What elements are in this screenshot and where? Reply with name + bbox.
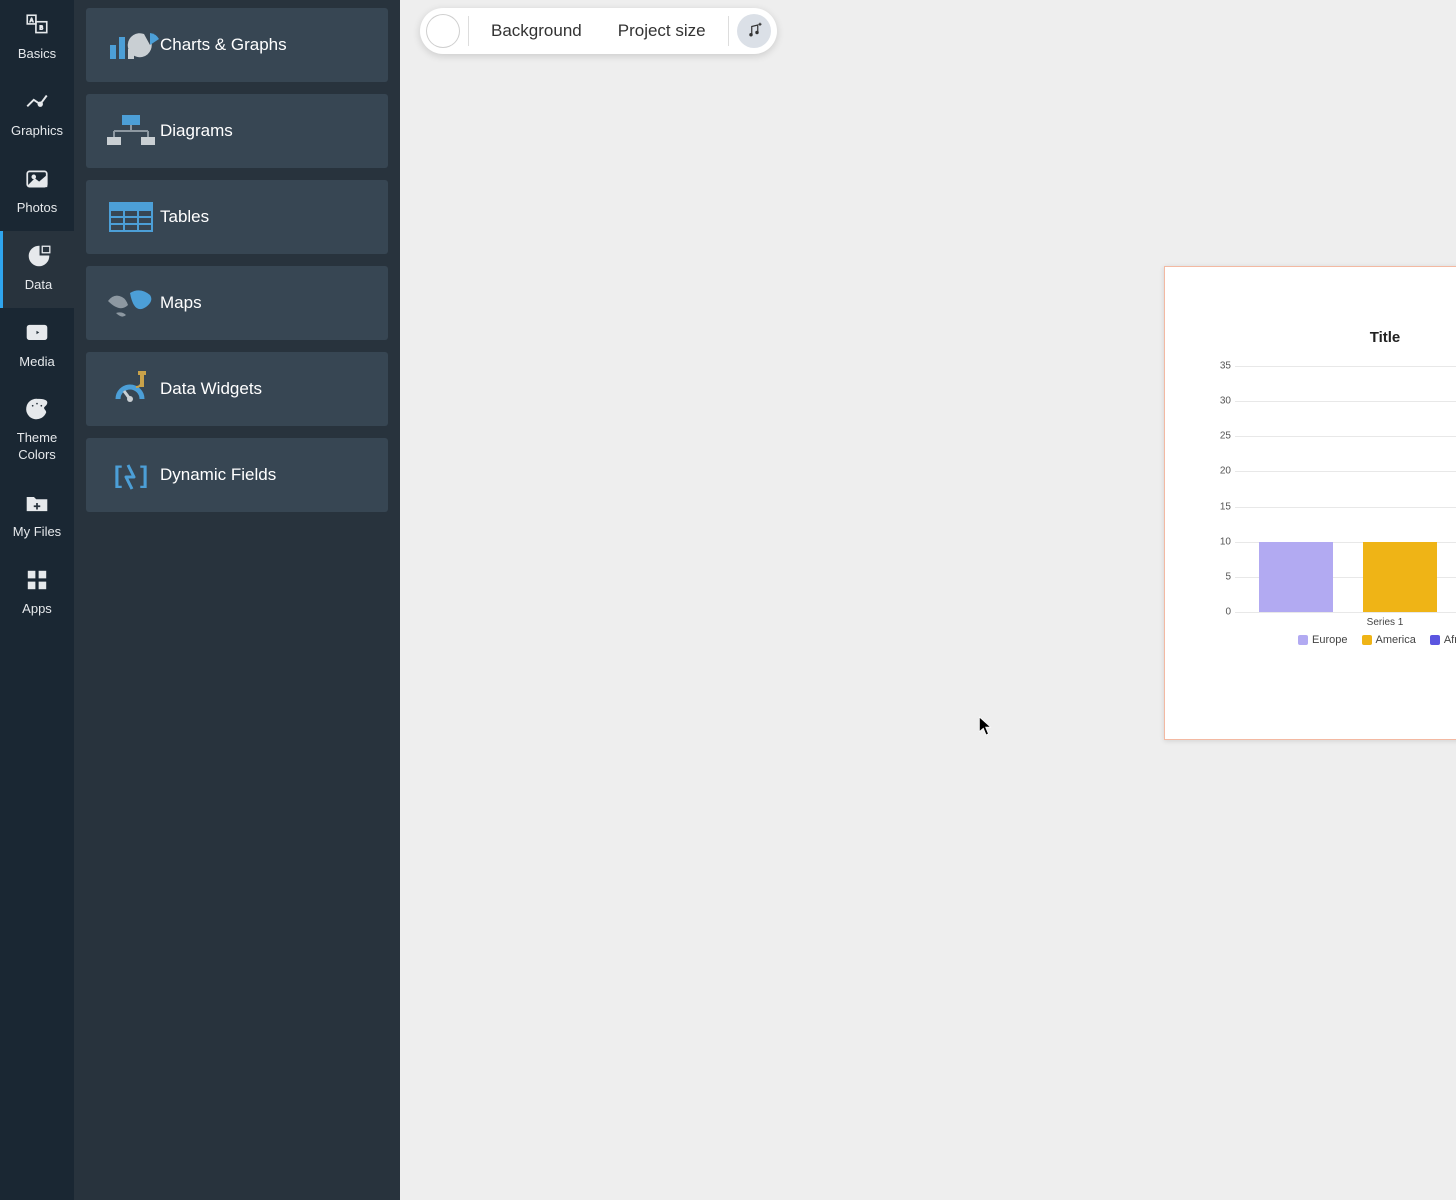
- rail-item-basics[interactable]: A B Basics: [0, 0, 74, 77]
- category-label: Data Widgets: [160, 379, 262, 399]
- chart-title: Title: [1165, 329, 1456, 346]
- rail-item-label: Theme Colors: [0, 430, 74, 464]
- category-label: Charts & Graphs: [160, 35, 287, 55]
- rail-item-label: My Files: [0, 524, 74, 541]
- palette-icon: [24, 396, 50, 422]
- basics-icon: A B: [24, 12, 50, 38]
- y-tick-label: 20: [1205, 466, 1231, 477]
- svg-text:[: [: [114, 462, 122, 489]
- rail-item-my-files[interactable]: My Files: [0, 478, 74, 555]
- chart-card[interactable]: Title 0 5 10 15 20 25 30 35 Series 1 Europe Ameri…: [1164, 266, 1456, 740]
- plot-area: [1235, 366, 1456, 612]
- category-data-widgets[interactable]: Data Widgets: [86, 352, 388, 426]
- grid-line: [1235, 612, 1456, 613]
- legend-item: America: [1362, 634, 1416, 646]
- charts-graphs-icon: [104, 25, 160, 65]
- y-tick-label: 30: [1205, 396, 1231, 407]
- data-widgets-icon: [104, 369, 160, 409]
- y-tick-label: 35: [1205, 361, 1231, 372]
- legend-swatch: [1362, 635, 1372, 645]
- category-label: Dynamic Fields: [160, 465, 276, 485]
- rail-item-label: Data: [3, 277, 74, 294]
- graphics-icon: [24, 89, 50, 115]
- photos-icon: [24, 166, 50, 192]
- media-icon: [24, 320, 50, 346]
- data-icon: [26, 243, 52, 269]
- rail-item-photos[interactable]: Photos: [0, 154, 74, 231]
- dynamic-fields-icon: [ ]: [104, 455, 160, 495]
- bar-america: [1363, 542, 1437, 612]
- legend-label: America: [1376, 634, 1416, 646]
- rail-item-data[interactable]: Data: [0, 231, 74, 308]
- y-tick-label: 10: [1205, 536, 1231, 547]
- project-size-button[interactable]: Project size: [604, 21, 720, 41]
- rail-item-graphics[interactable]: Graphics: [0, 77, 74, 154]
- svg-text:]: ]: [140, 462, 148, 489]
- y-tick-label: 5: [1205, 571, 1231, 582]
- bar-europe: [1259, 542, 1333, 612]
- rail-item-media[interactable]: Media: [0, 308, 74, 385]
- legend-item: Africa: [1430, 634, 1456, 646]
- category-dynamic-fields[interactable]: [ ] Dynamic Fields: [86, 438, 388, 512]
- music-plus-icon: [745, 22, 763, 40]
- y-tick-label: 25: [1205, 431, 1231, 442]
- mouse-cursor-icon: [978, 716, 992, 736]
- apps-icon: [24, 567, 50, 593]
- rail-item-label: Graphics: [0, 123, 74, 140]
- y-tick-label: 0: [1205, 607, 1231, 618]
- legend-label: Africa: [1444, 634, 1456, 646]
- svg-text:A: A: [30, 18, 34, 24]
- category-tables[interactable]: Tables: [86, 180, 388, 254]
- legend-swatch: [1298, 635, 1308, 645]
- legend-swatch: [1430, 635, 1440, 645]
- x-axis-label: Series 1: [1205, 617, 1456, 628]
- rail-item-theme-colors[interactable]: Theme Colors: [0, 384, 74, 478]
- category-label: Diagrams: [160, 121, 233, 141]
- tables-icon: [104, 197, 160, 237]
- canvas-toolbar: Background Project size: [420, 8, 777, 54]
- diagrams-icon: [104, 111, 160, 151]
- category-panel: Charts & Graphs Diagrams: [74, 0, 400, 1200]
- rail-item-apps[interactable]: Apps: [0, 555, 74, 632]
- category-charts-graphs[interactable]: Charts & Graphs: [86, 8, 388, 82]
- rail-item-label: Apps: [0, 601, 74, 618]
- add-audio-button[interactable]: [737, 14, 771, 48]
- left-rail: A B Basics Graphics Photos Data: [0, 0, 74, 1200]
- legend-item: Europe: [1298, 634, 1347, 646]
- category-label: Tables: [160, 207, 209, 227]
- maps-icon: [104, 283, 160, 323]
- rail-item-label: Media: [0, 354, 74, 371]
- chart-legend: Europe America Africa: [1165, 634, 1456, 646]
- background-color-swatch[interactable]: [426, 14, 460, 48]
- category-diagrams[interactable]: Diagrams: [86, 94, 388, 168]
- bar-chart: 05101520253035Series 1: [1205, 366, 1456, 626]
- svg-text:B: B: [40, 25, 44, 31]
- toolbar-divider: [468, 16, 469, 46]
- y-tick-label: 15: [1205, 501, 1231, 512]
- category-maps[interactable]: Maps: [86, 266, 388, 340]
- category-label: Maps: [160, 293, 202, 313]
- background-button[interactable]: Background: [477, 21, 596, 41]
- toolbar-divider: [728, 16, 729, 46]
- canvas-area[interactable]: Background Project size Title 0 5 10 15 20 25…: [400, 0, 1456, 1200]
- folder-plus-icon: [24, 490, 50, 516]
- rail-item-label: Photos: [0, 200, 74, 217]
- legend-label: Europe: [1312, 634, 1347, 646]
- rail-item-label: Basics: [0, 46, 74, 63]
